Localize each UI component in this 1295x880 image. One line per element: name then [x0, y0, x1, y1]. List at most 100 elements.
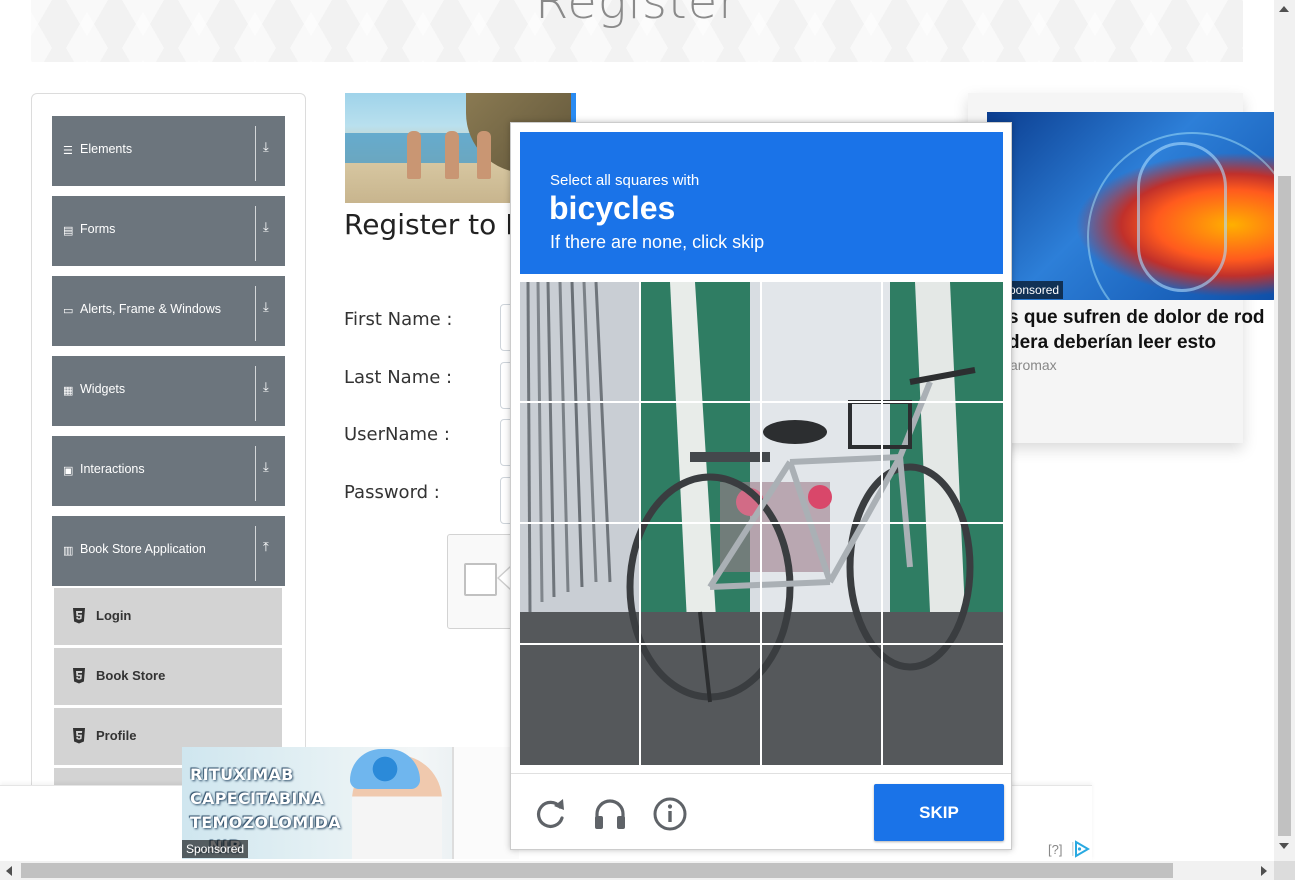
- bottom-ad-line: CAPECITABINA: [190, 789, 325, 808]
- header-banner: Register: [31, 0, 1243, 62]
- sidebar-group-elements[interactable]: ☰ Elements ⤓: [52, 116, 285, 186]
- sidebar: ☰ Elements ⤓ ▤ Forms ⤓ ▭ Alerts, Frame &…: [31, 93, 306, 825]
- separator: [255, 206, 256, 261]
- download-arrow-icon: ⤓: [263, 460, 269, 475]
- scroll-up-arrow-icon[interactable]: [1279, 6, 1289, 12]
- separator: [255, 526, 256, 581]
- register-heading: Register to B: [344, 208, 525, 241]
- headscarf-shape: [350, 749, 420, 789]
- bottom-ad-line: RITUXIMAB: [190, 765, 294, 784]
- upload-arrow-icon: ⤒: [263, 540, 269, 555]
- horizontal-scrollbar[interactable]: [0, 861, 1274, 880]
- sidebar-group-interactions[interactable]: ▣ Interactions ⤓: [52, 436, 285, 506]
- adchoices-icon[interactable]: [1071, 840, 1091, 858]
- headphones-icon[interactable]: [590, 794, 630, 834]
- sidebar-group-forms[interactable]: ▤ Forms ⤓: [52, 196, 285, 266]
- captcha-tile[interactable]: [520, 524, 639, 643]
- sidebar-group-widgets[interactable]: ▦ Widgets ⤓: [52, 356, 285, 426]
- sidebar-item-label: Book Store: [96, 668, 166, 683]
- separator: [255, 286, 256, 341]
- captcha-tile[interactable]: [883, 282, 1002, 401]
- captcha-tile[interactable]: [641, 282, 760, 401]
- captcha-grid: [520, 282, 1003, 765]
- sponsored-badge: Sponsored: [182, 840, 249, 858]
- html5-icon: [73, 668, 85, 684]
- interaction-icon: ▣: [63, 464, 74, 477]
- captcha-challenge: Select all squares with bicycles If ther…: [510, 122, 1012, 850]
- captcha-tile[interactable]: [883, 524, 1002, 643]
- figure-shape: [445, 131, 459, 179]
- skip-button[interactable]: SKIP: [874, 784, 1004, 841]
- recaptcha-checkbox[interactable]: [464, 563, 497, 596]
- sidebar-group-alerts[interactable]: ▭ Alerts, Frame & Windows ⤓: [52, 276, 285, 346]
- books-icon: ▥: [63, 544, 74, 557]
- captcha-tile[interactable]: [883, 645, 1002, 764]
- sidebar-group-label: Interactions: [80, 462, 145, 476]
- reload-icon[interactable]: [530, 794, 570, 834]
- grid-icon: ▦: [63, 384, 74, 397]
- download-arrow-icon: ⤓: [263, 220, 269, 235]
- knee-shape: [1137, 142, 1227, 292]
- scroll-thumb[interactable]: [21, 863, 1173, 878]
- right-ad-title[interactable]: s que sufren de dolor de rod dera deberí…: [1008, 305, 1278, 355]
- window-icon: ▭: [63, 304, 74, 317]
- right-ad-title-line: dera deberían leer esto: [1008, 332, 1217, 353]
- sidebar-group-label: Book Store Application: [80, 542, 206, 556]
- captcha-tile[interactable]: [641, 403, 760, 522]
- captcha-hint: If there are none, click skip: [550, 232, 765, 252]
- username-label: UserName :: [344, 424, 450, 445]
- captcha-tile[interactable]: [883, 403, 1002, 522]
- sidebar-group-label: Forms: [80, 222, 116, 236]
- scroll-down-arrow-icon[interactable]: [1279, 843, 1289, 849]
- scrollbar-corner: [1274, 861, 1295, 880]
- sidebar-item-book-store[interactable]: Book Store: [54, 647, 282, 705]
- download-arrow-icon: ⤓: [263, 140, 269, 155]
- captcha-tile[interactable]: [762, 403, 881, 522]
- sidebar-item-label: Login: [96, 608, 132, 623]
- scroll-right-arrow-icon[interactable]: [1261, 866, 1267, 876]
- captcha-tile[interactable]: [762, 645, 881, 764]
- html5-icon: [73, 728, 85, 744]
- sidebar-item-login[interactable]: Login: [54, 587, 282, 645]
- captcha-tile[interactable]: [762, 282, 881, 401]
- captcha-target: bicycles: [549, 190, 676, 226]
- captcha-footer: SKIP: [511, 773, 1011, 851]
- captcha-tile[interactable]: [762, 524, 881, 643]
- scroll-left-arrow-icon[interactable]: [6, 866, 12, 876]
- first-name-label: First Name :: [344, 309, 453, 330]
- right-ad-source: aromax: [1010, 357, 1057, 373]
- captcha-tile[interactable]: [641, 524, 760, 643]
- right-ad-title-line: s que sufren de dolor de rod: [1008, 307, 1265, 328]
- captcha-tile[interactable]: [641, 645, 760, 764]
- sidebar-group-book-store[interactable]: ▥ Book Store Application ⤒: [52, 516, 285, 586]
- figure-shape: [477, 131, 491, 179]
- html5-icon: [73, 608, 85, 624]
- captcha-tile[interactable]: [520, 645, 639, 764]
- sidebar-group-label: Widgets: [80, 382, 126, 396]
- sidebar-item-label: Profile: [96, 728, 137, 743]
- right-ad-image[interactable]: [987, 112, 1275, 300]
- form-icon: ▤: [63, 224, 74, 237]
- adchoices-link[interactable]: [?]: [1048, 842, 1062, 857]
- captcha-prompt: Select all squares with: [550, 172, 700, 189]
- captcha-tile[interactable]: [520, 403, 639, 522]
- bottom-ad-line: TEMOZOLOMIDA: [190, 813, 341, 832]
- download-arrow-icon: ⤓: [263, 300, 269, 315]
- info-icon[interactable]: [650, 794, 690, 834]
- figure-shape: [407, 131, 421, 179]
- scroll-thumb[interactable]: [1278, 176, 1291, 836]
- page-title: Register: [535, 0, 739, 30]
- separator: [255, 366, 256, 421]
- separator: [255, 446, 256, 501]
- sidebar-group-label: Elements: [80, 142, 133, 156]
- page-root: Register ☰ Elements ⤓ ▤ Forms ⤓ ▭ Alerts…: [0, 0, 1295, 880]
- doctor-shape: [452, 747, 519, 859]
- download-arrow-icon: ⤓: [263, 380, 269, 395]
- captcha-header: Select all squares with bicycles If ther…: [520, 132, 1003, 274]
- vertical-scrollbar[interactable]: [1274, 0, 1295, 880]
- last-name-label: Last Name :: [344, 367, 453, 388]
- sidebar-group-label: Alerts, Frame & Windows: [80, 302, 222, 316]
- hamburger-icon: ☰: [63, 144, 73, 157]
- password-label: Password :: [344, 482, 440, 503]
- captcha-tile[interactable]: [520, 282, 639, 401]
